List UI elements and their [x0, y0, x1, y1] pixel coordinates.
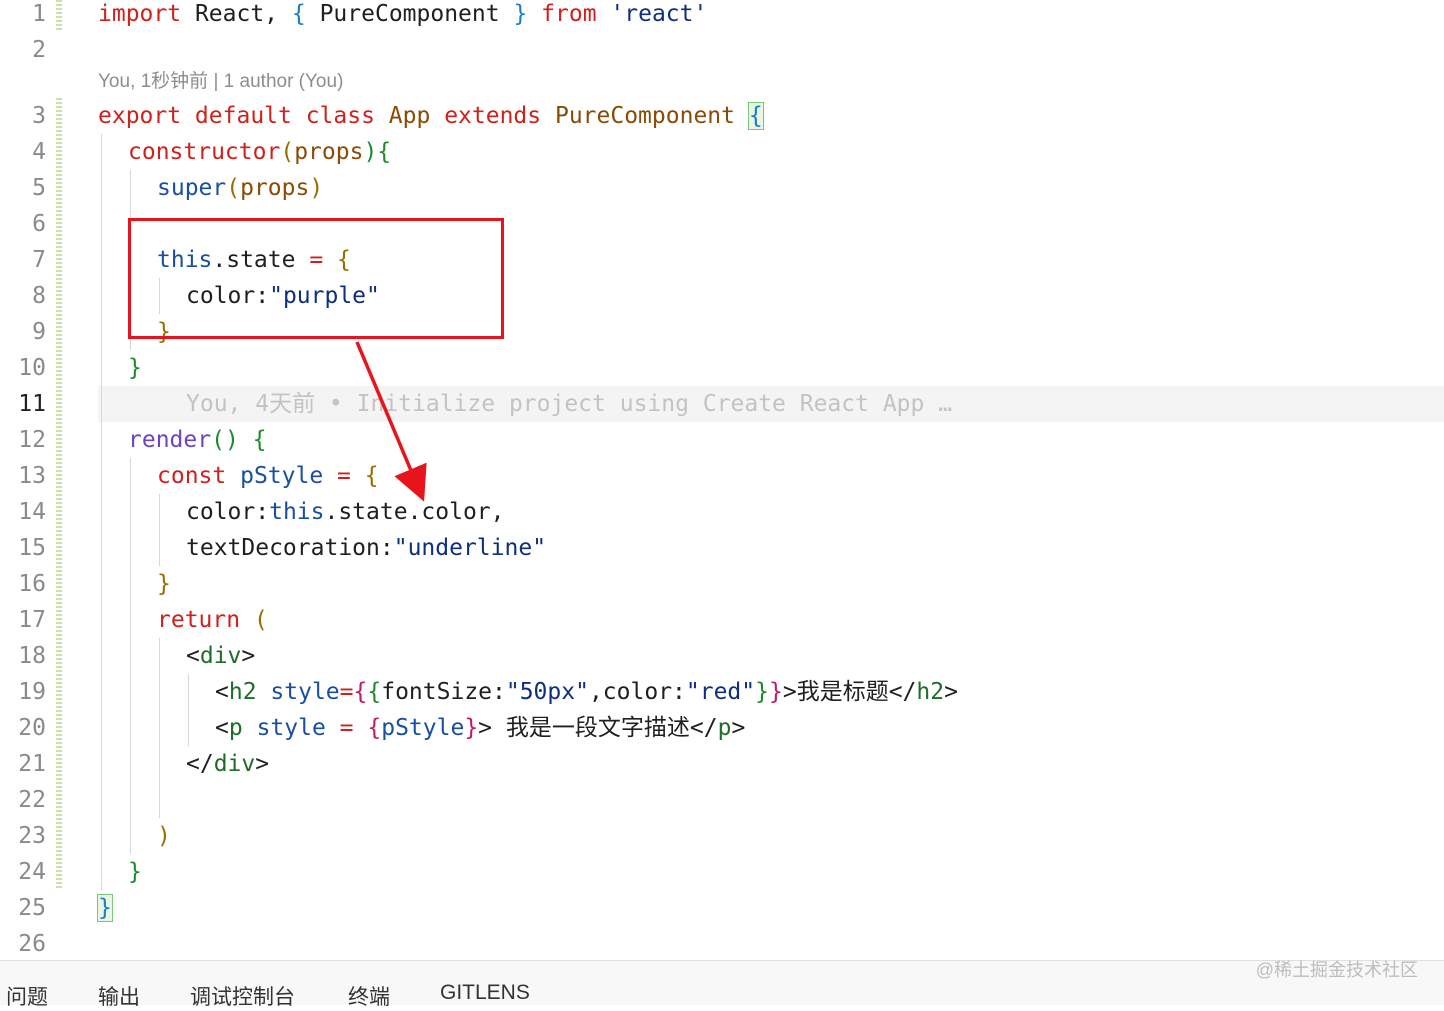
tab-output[interactable]: 输出 [98, 981, 140, 1011]
annotation-arrow [355, 341, 427, 502]
tab-debug-console[interactable]: 调试控制台 [190, 981, 295, 1011]
tab-terminal[interactable]: 终端 [348, 981, 390, 1011]
watermark: @稀土掘金技术社区 [1255, 960, 1418, 980]
bottom-panel: 问题 输出 调试控制台 终端 GITLENS [0, 960, 1444, 1009]
code-editor[interactable]: 1 2 3 4 5 6 7 8 9 10 11 12 13 14 15 16 1… [0, 0, 1444, 960]
tab-problems[interactable]: 问题 [6, 981, 48, 1011]
tab-gitlens[interactable]: GITLENS [440, 981, 530, 1005]
